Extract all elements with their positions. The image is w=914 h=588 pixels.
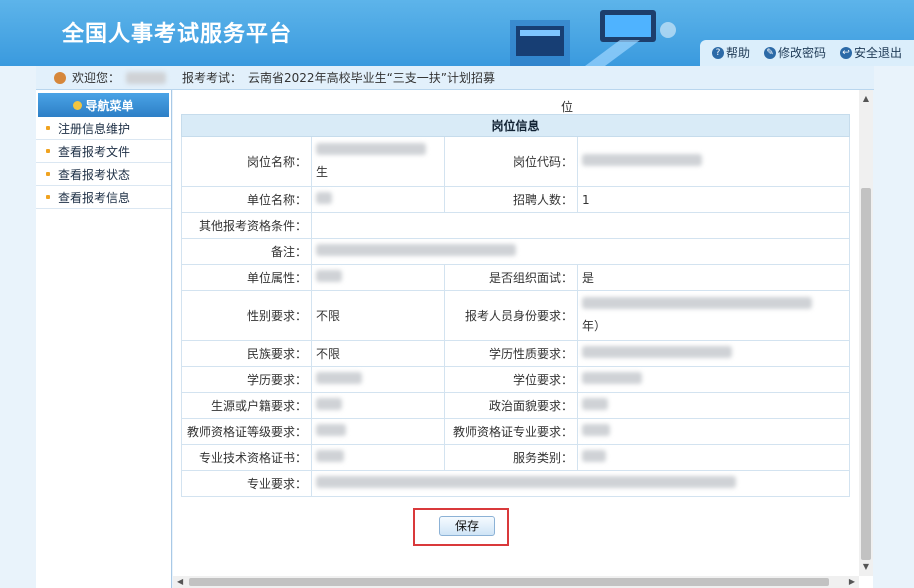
sidebar-item-exam-info[interactable]: 查看报考信息 — [36, 186, 171, 209]
field-label: 岗位代码： — [444, 136, 578, 187]
field-label: 其他报考资格条件： — [181, 212, 312, 239]
field-label: 报考人员身份要求： — [444, 290, 578, 341]
sidebar-item-label: 查看报考状态 — [58, 167, 131, 182]
username-redacted — [126, 71, 167, 84]
field-value — [310, 212, 851, 239]
field-value — [576, 444, 851, 471]
exam-name: 云南省2022年高校毕业生“三支一扶”计划招募 — [248, 71, 496, 85]
help-label: 帮助 — [725, 46, 750, 60]
field-value — [311, 444, 445, 471]
field-label: 专业要求： — [181, 470, 312, 497]
save-button[interactable]: 保存 — [439, 516, 495, 536]
field-value — [311, 264, 445, 291]
field-value — [576, 418, 851, 445]
banner-illustration — [510, 10, 676, 66]
field-label: 单位名称： — [181, 186, 312, 213]
sidebar-item-label: 查看报考信息 — [58, 190, 131, 205]
platform-title: 全国人事考试服务平台 — [62, 22, 293, 47]
gender-value: 不限 — [311, 290, 445, 341]
field-value — [311, 366, 445, 393]
field-value — [576, 366, 851, 393]
position-name-value: 生 — [316, 165, 329, 179]
horizontal-scrollbar[interactable]: ◀ ▶ — [173, 576, 859, 588]
field-value — [310, 470, 851, 497]
logout-label: 安全退出 — [853, 46, 902, 60]
exit-icon: ↩ — [839, 46, 852, 59]
scroll-thumb[interactable] — [189, 578, 829, 586]
field-label: 性别要求： — [181, 290, 312, 341]
field-label: 政治面貌要求： — [444, 392, 578, 419]
sidebar-item-registration[interactable]: 注册信息维护 — [36, 117, 171, 140]
field-label: 招聘人数： — [444, 186, 578, 213]
field-label: 学历性质要求： — [444, 340, 578, 367]
sidebar-item-label: 注册信息维护 — [58, 121, 131, 136]
field-value — [311, 186, 445, 213]
sidebar-item-exam-files[interactable]: 查看报考文件 — [36, 140, 171, 163]
scroll-up-icon[interactable]: ▲ — [859, 92, 873, 106]
welcome-greeting: 欢迎您： — [72, 71, 121, 85]
scroll-thumb[interactable] — [861, 188, 871, 560]
field-value — [311, 392, 445, 419]
field-value: 生 — [311, 136, 445, 187]
scroll-right-icon[interactable]: ▶ — [849, 576, 855, 588]
change-password-link[interactable]: ✎ 修改密码 — [763, 44, 826, 61]
section-title: 岗位信息 — [180, 114, 851, 137]
field-label: 学历要求： — [181, 366, 312, 393]
recruit-count-value: 1 — [576, 186, 851, 213]
user-icon — [54, 71, 66, 84]
field-label: 单位属性： — [181, 264, 312, 291]
field-value — [310, 238, 851, 265]
field-value — [576, 340, 851, 367]
ethnic-value: 不限 — [311, 340, 445, 367]
nav-menu-header: 导航菜单 — [38, 93, 169, 117]
field-label: 备注： — [181, 238, 312, 265]
main-content: 位 岗位信息 岗位名称： 生 岗位代码： 单位名称： 招聘人数： 1 其他报考资… — [173, 90, 873, 588]
vertical-scrollbar[interactable]: ▲ ▼ — [859, 90, 873, 576]
welcome-bar: 欢迎您： 报考考试： 云南省2022年高校毕业生“三支一扶”计划招募 — [36, 66, 874, 90]
key-icon: ✎ — [763, 46, 776, 59]
logout-link[interactable]: ↩ 安全退出 — [839, 44, 902, 61]
field-label: 教师资格证等级要求： — [181, 418, 312, 445]
nav-menu-title: 导航菜单 — [85, 98, 134, 113]
field-label: 岗位名称： — [181, 136, 312, 187]
field-value — [576, 136, 851, 187]
field-label: 学位要求： — [444, 366, 578, 393]
field-label: 民族要求： — [181, 340, 312, 367]
field-label: 专业技术资格证书： — [181, 444, 312, 471]
help-link[interactable]: ? 帮助 — [711, 44, 750, 61]
field-label: 教师资格证专业要求： — [444, 418, 578, 445]
scroll-left-icon[interactable]: ◀ — [177, 576, 183, 588]
header-links: ? 帮助 ✎ 修改密码 ↩ 安全退出 — [711, 44, 902, 61]
field-value: 年） — [576, 290, 851, 341]
interview-value: 是 — [576, 264, 851, 291]
field-value — [311, 418, 445, 445]
top-banner: 全国人事考试服务平台 ? 帮助 ✎ 修改密码 ↩ 安全退出 — [0, 0, 914, 66]
field-label: 生源或户籍要求： — [181, 392, 312, 419]
change-password-label: 修改密码 — [777, 46, 826, 60]
save-highlight-box: 保存 — [413, 508, 509, 546]
scroll-down-icon[interactable]: ▼ — [859, 560, 873, 574]
truncated-text: 位 — [561, 100, 574, 114]
field-value — [576, 392, 851, 419]
nav-sidebar: 导航菜单 注册信息维护 查看报考文件 查看报考状态 查看报考信息 — [36, 90, 172, 588]
sidebar-item-exam-status[interactable]: 查看报考状态 — [36, 163, 171, 186]
field-label: 服务类别： — [444, 444, 578, 471]
sidebar-item-label: 查看报考文件 — [58, 144, 131, 159]
field-label: 是否组织面试： — [444, 264, 578, 291]
identity-value: 年） — [582, 319, 607, 333]
help-icon: ? — [711, 46, 724, 59]
position-info-table: 岗位信息 岗位名称： 生 岗位代码： 单位名称： 招聘人数： 1 其他报考资格条… — [180, 114, 851, 497]
menu-icon — [73, 100, 83, 110]
exam-label: 报考考试： — [182, 71, 243, 85]
